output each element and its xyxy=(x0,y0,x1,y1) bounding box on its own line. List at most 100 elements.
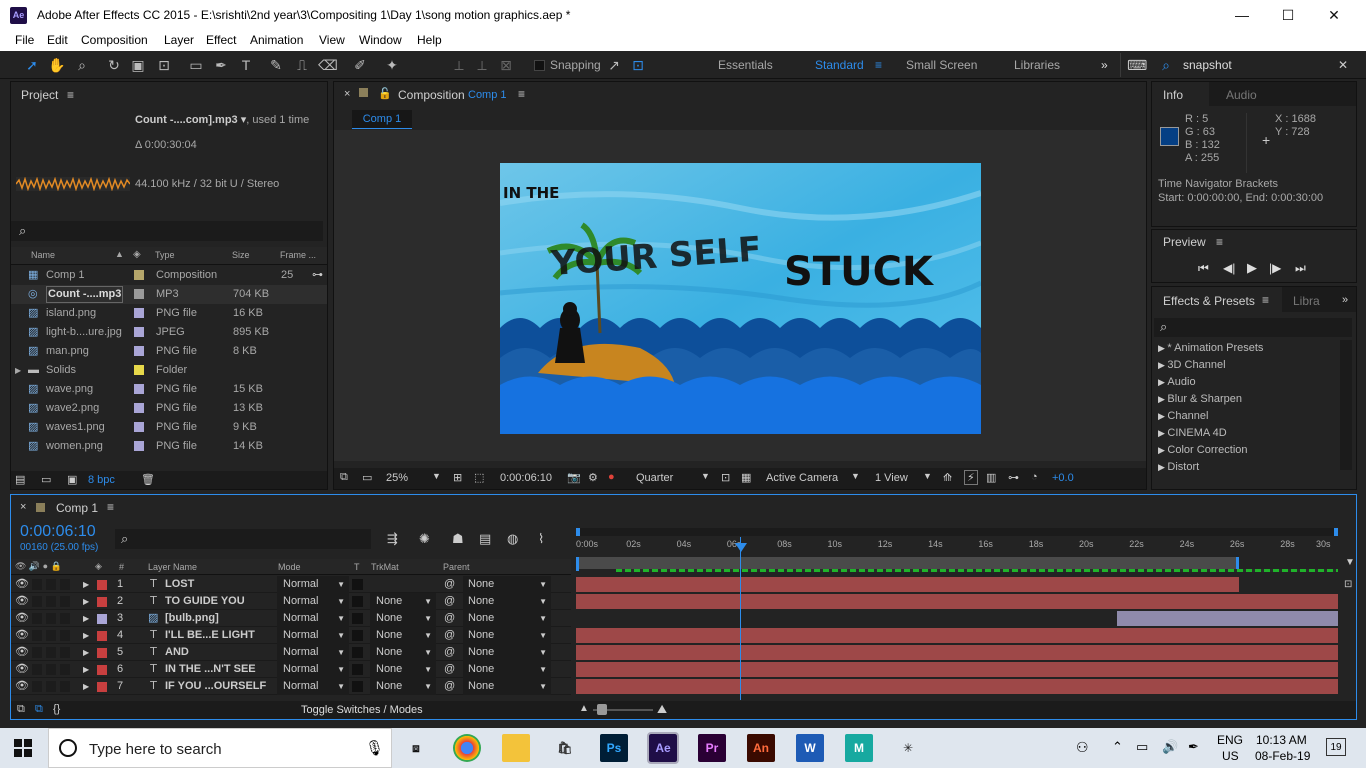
zoom-out-icon[interactable]: ▲ xyxy=(579,703,589,714)
selection-tool-icon[interactable]: ➚ xyxy=(22,55,42,75)
close-panel-icon[interactable]: × xyxy=(344,88,350,100)
layer-name[interactable]: IN THE ...N'T SEE xyxy=(165,661,256,678)
label-color-swatch[interactable] xyxy=(134,365,144,375)
layer-duration-bar[interactable] xyxy=(576,645,1338,660)
parent-dropdown[interactable]: None ▼ xyxy=(463,610,551,627)
zoom-slider-thumb[interactable] xyxy=(597,704,607,715)
layer-name[interactable]: IF YOU ...OURSELF xyxy=(165,678,266,695)
composition-name[interactable]: Comp 1 xyxy=(468,89,507,101)
microphone-icon[interactable]: 🎙 xyxy=(365,739,384,757)
parent-dropdown[interactable]: None ▼ xyxy=(463,678,551,695)
workspace-libraries[interactable]: Libraries xyxy=(1014,58,1060,72)
visibility-eye-icon[interactable]: 👁 xyxy=(15,678,29,695)
exposure-value[interactable]: +0.0 xyxy=(1052,472,1074,484)
solo-toggle[interactable] xyxy=(46,647,56,658)
effects-category[interactable]: ▶ Channel xyxy=(1158,408,1208,425)
col-mode[interactable]: Mode xyxy=(278,562,301,572)
snapshot-icon[interactable]: 📷 xyxy=(567,471,581,484)
clock-date[interactable]: 08-Feb-19 xyxy=(1255,749,1310,763)
language-us[interactable]: US xyxy=(1222,749,1239,763)
project-item[interactable]: ▨ waves1.png PNG file 9 KB xyxy=(11,418,327,437)
selected-item-name[interactable]: Count -....com].mp3 ▾ xyxy=(135,114,246,126)
time-ruler[interactable]: 0:00s 02s 04s 06s 08s 10s 12s 14s 16s 18s 20s 22s 24… xyxy=(576,537,1338,555)
table-row[interactable]: 👁 ▶ 5 Ｔ AND Normal ▼ None ▼ @ None ▼ xyxy=(11,644,571,661)
audio-toggle[interactable] xyxy=(32,630,42,641)
show-hidden-icons[interactable]: ⌃ xyxy=(1112,739,1123,755)
expand-arrow-icon[interactable]: ▶ xyxy=(83,593,89,610)
flowchart-icon[interactable]: ⊶ xyxy=(312,266,323,285)
track-matte-dropdown[interactable]: None ▼ xyxy=(370,610,436,627)
label-color-swatch[interactable] xyxy=(97,597,107,607)
panel-more-icon[interactable]: » xyxy=(1342,294,1348,306)
magnification-dropdown[interactable]: 25% xyxy=(386,472,408,484)
pen-workspace-icon[interactable]: ✒ xyxy=(1188,739,1199,755)
axis-world-icon[interactable]: ⟂ xyxy=(472,55,492,75)
brush-tool-icon[interactable]: ✎ xyxy=(266,55,286,75)
pick-whip-icon[interactable]: @ xyxy=(444,644,455,661)
tab-info[interactable]: Info xyxy=(1152,82,1209,106)
task-view-icon[interactable]: ⧈ xyxy=(402,734,430,762)
visibility-eye-icon[interactable]: 👁 xyxy=(15,610,29,627)
comp-flowchart-tab[interactable]: Comp 1 xyxy=(352,110,412,129)
pick-whip-icon[interactable]: @ xyxy=(444,661,455,678)
search-help-input[interactable]: snapshot xyxy=(1183,58,1232,72)
close-button[interactable]: ✕ xyxy=(1311,0,1357,31)
store-icon[interactable]: 🛍 xyxy=(551,734,579,762)
layer-name[interactable]: I'LL BE...E LIGHT xyxy=(165,627,255,644)
lock-toggle[interactable] xyxy=(60,613,70,624)
navigator-start-handle[interactable] xyxy=(576,528,580,536)
zoom-in-icon[interactable]: ⛰ xyxy=(657,702,667,717)
project-item[interactable]: ▦ Comp 1 Composition 25 ⊶ xyxy=(11,266,327,285)
comp-button-icon[interactable]: ⊡ xyxy=(1344,579,1352,590)
visibility-eye-icon[interactable]: 👁 xyxy=(15,593,29,610)
after-effects-icon[interactable]: Ae xyxy=(647,732,679,764)
layer-search-field[interactable]: ⌕ xyxy=(115,529,371,549)
layer-duration-bar[interactable] xyxy=(1117,611,1338,626)
effects-search-field[interactable]: ⌕ xyxy=(1154,318,1352,337)
solo-toggle[interactable] xyxy=(46,664,56,675)
snapping-checkbox[interactable] xyxy=(534,60,545,71)
col-size[interactable]: Size xyxy=(232,250,250,260)
clock-time[interactable]: 10:13 AM xyxy=(1256,733,1307,747)
view-layout-chevron-icon[interactable]: ▼ xyxy=(923,471,932,481)
audio-toggle[interactable] xyxy=(32,596,42,607)
next-frame-icon[interactable]: |▶ xyxy=(1269,261,1281,275)
menu-effect[interactable]: Effect xyxy=(206,33,236,47)
parent-dropdown[interactable]: None ▼ xyxy=(463,576,551,593)
table-row[interactable]: 👁 ▶ 4 Ｔ I'LL BE...E LIGHT Normal ▼ None ▼ @ None ▼ xyxy=(11,627,571,644)
work-area-start[interactable] xyxy=(576,557,579,571)
label-color-swatch[interactable] xyxy=(97,682,107,692)
time-navigator[interactable] xyxy=(576,528,1338,536)
search-help-icon[interactable]: ⌨ xyxy=(1127,55,1147,75)
pan-behind-tool-icon[interactable]: ⊡ xyxy=(154,55,174,75)
volume-icon[interactable]: 🔊 xyxy=(1162,739,1178,755)
transparency-grid-icon[interactable]: ▦ xyxy=(741,471,751,484)
roto-brush-tool-icon[interactable]: ✐ xyxy=(350,55,370,75)
col-parent[interactable]: Parent xyxy=(443,562,470,572)
effects-menu-icon[interactable]: ≡ xyxy=(1262,293,1269,307)
expand-arrow-icon[interactable]: ▶ xyxy=(1158,411,1167,421)
preserve-transparency-toggle[interactable] xyxy=(352,630,363,641)
expand-arrow-icon[interactable]: ▶ xyxy=(83,644,89,661)
solo-toggle[interactable] xyxy=(46,630,56,641)
snapping-edge-icon[interactable]: ↗ xyxy=(604,55,624,75)
menu-view[interactable]: View xyxy=(319,33,345,47)
reset-exposure-icon[interactable]: ◔ xyxy=(1031,471,1038,483)
visibility-eye-icon[interactable]: 👁 xyxy=(15,661,29,678)
effects-category[interactable]: ▶ Blur & Sharpen xyxy=(1158,391,1242,408)
maya-icon[interactable]: M xyxy=(845,734,873,762)
effects-scrollbar[interactable] xyxy=(1340,340,1352,470)
menu-edit[interactable]: Edit xyxy=(47,33,68,47)
project-item[interactable]: ▨ man.png PNG file 8 KB xyxy=(11,342,327,361)
blend-mode-dropdown[interactable]: Normal ▼ xyxy=(277,678,349,695)
layer-duration-bar[interactable] xyxy=(576,679,1338,694)
navigator-end-handle[interactable] xyxy=(1334,528,1338,536)
taskbar-search-box[interactable]: Type here to search 🎙 xyxy=(48,728,392,768)
comp-mini-flowchart-icon[interactable]: ⇶ xyxy=(387,531,398,547)
blend-mode-dropdown[interactable]: Normal ▼ xyxy=(277,610,349,627)
show-snapshot-icon[interactable]: ⚙ xyxy=(588,471,598,484)
menu-animation[interactable]: Animation xyxy=(250,33,303,47)
label-color-swatch[interactable] xyxy=(134,441,144,451)
draft-3d-icon[interactable]: ✺ xyxy=(419,531,430,547)
solo-toggle[interactable] xyxy=(46,579,56,590)
